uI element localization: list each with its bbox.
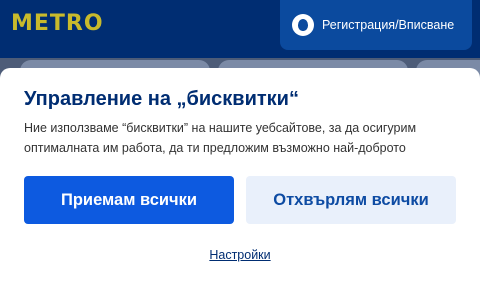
- accept-all-button[interactable]: Приемам всички: [24, 176, 234, 224]
- cookie-consent-dialog: Управление на „бисквитки“ Ние използваме…: [0, 68, 480, 300]
- login-register-label: Регистрация/Вписване: [322, 18, 455, 32]
- reject-all-button[interactable]: Отхвърлям всички: [246, 176, 456, 224]
- dialog-title: Управление на „бисквитки“: [24, 88, 299, 110]
- site-header: METRO Регистрация/Вписване: [0, 0, 480, 58]
- dialog-description: Ние използваме “бисквитки” на нашите уеб…: [24, 121, 417, 155]
- login-register-button[interactable]: Регистрация/Вписване: [280, 0, 472, 50]
- user-icon: [292, 14, 314, 36]
- settings-link[interactable]: Настройки: [0, 248, 480, 262]
- metro-logo[interactable]: METRO: [11, 11, 104, 36]
